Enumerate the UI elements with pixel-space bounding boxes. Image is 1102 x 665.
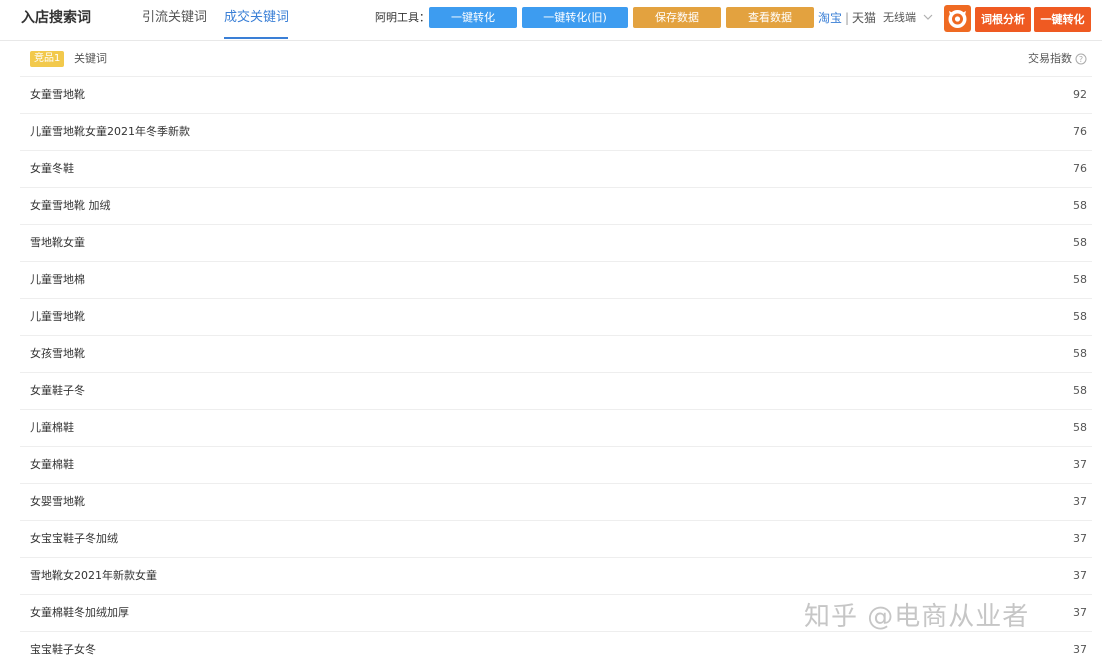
table-row[interactable]: 宝宝鞋子女冬 37	[20, 632, 1092, 665]
convert-old-button[interactable]: 一键转化(旧)	[522, 7, 628, 28]
trade-index-cell: 58	[1073, 273, 1087, 286]
table-row[interactable]: 雪地靴女2021年新款女童 37	[20, 558, 1092, 595]
keyword-cell: 儿童雪地靴女童2021年冬季新款	[30, 125, 190, 138]
page-title: 入店搜索词	[21, 10, 91, 26]
platform-tmall-link[interactable]: 天猫	[852, 10, 876, 26]
keyword-cell: 雪地靴女童	[30, 236, 85, 249]
trade-index-cell: 58	[1073, 236, 1087, 249]
table-row[interactable]: 女孩雪地靴 58	[20, 336, 1092, 373]
tab-deal-keywords[interactable]: 成交关键词	[224, 9, 289, 27]
keyword-cell: 儿童雪地棉	[30, 273, 85, 286]
table-row[interactable]: 女宝宝鞋子冬加绒 37	[20, 521, 1092, 558]
plugin-logo-button[interactable]	[944, 5, 971, 32]
table-row[interactable]: 儿童雪地靴女童2021年冬季新款 76	[20, 114, 1092, 151]
trade-index-cell: 58	[1073, 199, 1087, 212]
keyword-cell: 女童雪地靴 加绒	[30, 199, 111, 212]
table-row[interactable]: 女童棉鞋 37	[20, 447, 1092, 484]
trade-index-cell: 76	[1073, 162, 1087, 175]
keyword-cell: 女童鞋子冬	[30, 384, 85, 397]
keyword-cell: 女婴雪地靴	[30, 495, 85, 508]
tab-inflow-keywords[interactable]: 引流关键词	[142, 9, 207, 27]
trade-index-cell: 58	[1073, 347, 1087, 360]
trade-index-cell: 58	[1073, 310, 1087, 323]
trade-index-cell: 58	[1073, 384, 1087, 397]
keyword-cell: 儿童雪地靴	[30, 310, 85, 323]
trade-index-cell: 37	[1073, 606, 1087, 619]
trade-index-cell: 76	[1073, 125, 1087, 138]
convert-button[interactable]: 一键转化	[429, 7, 517, 28]
help-icon[interactable]: ?	[1075, 53, 1087, 65]
column-header-trade-index[interactable]: 交易指数	[1028, 52, 1072, 66]
keyword-cell: 女孩雪地靴	[30, 347, 85, 360]
table-row[interactable]: 女童雪地靴 加绒 58	[20, 188, 1092, 225]
table-row[interactable]: 女童雪地靴 92	[20, 77, 1092, 114]
owl-logo-icon	[948, 10, 967, 28]
trade-index-cell: 58	[1073, 421, 1087, 434]
trade-index-cell: 37	[1073, 495, 1087, 508]
active-tab-indicator	[224, 37, 288, 39]
keyword-table: 女童雪地靴 92 儿童雪地靴女童2021年冬季新款 76 女童冬鞋 76 女童雪地靴 …	[20, 77, 1092, 665]
tool-label: 阿明工具：	[375, 11, 430, 24]
top-bar: 入店搜索词 引流关键词 成交关键词 阿明工具： 一键转化 一键转化(旧) 保存数…	[0, 0, 1102, 41]
keyword-cell: 儿童棉鞋	[30, 421, 74, 434]
svg-text:?: ?	[1079, 55, 1083, 64]
chevron-down-icon[interactable]	[922, 11, 934, 23]
column-header-keyword[interactable]: 关键词	[74, 52, 107, 66]
trade-index-cell: 37	[1073, 643, 1087, 656]
keyword-cell: 雪地靴女2021年新款女童	[30, 569, 157, 582]
table-row[interactable]: 儿童雪地靴 58	[20, 299, 1092, 336]
table-row[interactable]: 儿童雪地棉 58	[20, 262, 1092, 299]
keyword-cell: 女童棉鞋	[30, 458, 74, 471]
platform-separator: |	[845, 11, 850, 25]
trade-index-cell: 92	[1073, 88, 1087, 101]
keyword-cell: 女童棉鞋冬加绒加厚	[30, 606, 129, 619]
table-row[interactable]: 女婴雪地靴 37	[20, 484, 1092, 521]
table-row[interactable]: 女童冬鞋 76	[20, 151, 1092, 188]
trade-index-cell: 37	[1073, 532, 1087, 545]
device-select[interactable]: 无线端	[883, 10, 916, 26]
keyword-cell: 女宝宝鞋子冬加绒	[30, 532, 118, 545]
table-row[interactable]: 女童棉鞋冬加绒加厚 37	[20, 595, 1092, 632]
trade-index-cell: 37	[1073, 458, 1087, 471]
competitor-badge: 竞品1	[30, 51, 65, 67]
root-analysis-button[interactable]: 词根分析	[975, 7, 1031, 32]
keyword-cell: 女童冬鞋	[30, 162, 74, 175]
table-header: 竞品1 关键词 交易指数 ?	[20, 42, 1092, 77]
keyword-cell: 女童雪地靴	[30, 88, 85, 101]
one-click-convert-button[interactable]: 一键转化	[1034, 7, 1091, 32]
table-row[interactable]: 女童鞋子冬 58	[20, 373, 1092, 410]
table-row[interactable]: 雪地靴女童 58	[20, 225, 1092, 262]
save-data-button[interactable]: 保存数据	[633, 7, 721, 28]
trade-index-cell: 37	[1073, 569, 1087, 582]
keyword-cell: 宝宝鞋子女冬	[30, 643, 96, 656]
platform-taobao-link[interactable]: 淘宝	[818, 10, 842, 26]
table-row[interactable]: 儿童棉鞋 58	[20, 410, 1092, 447]
view-data-button[interactable]: 查看数据	[726, 7, 814, 28]
